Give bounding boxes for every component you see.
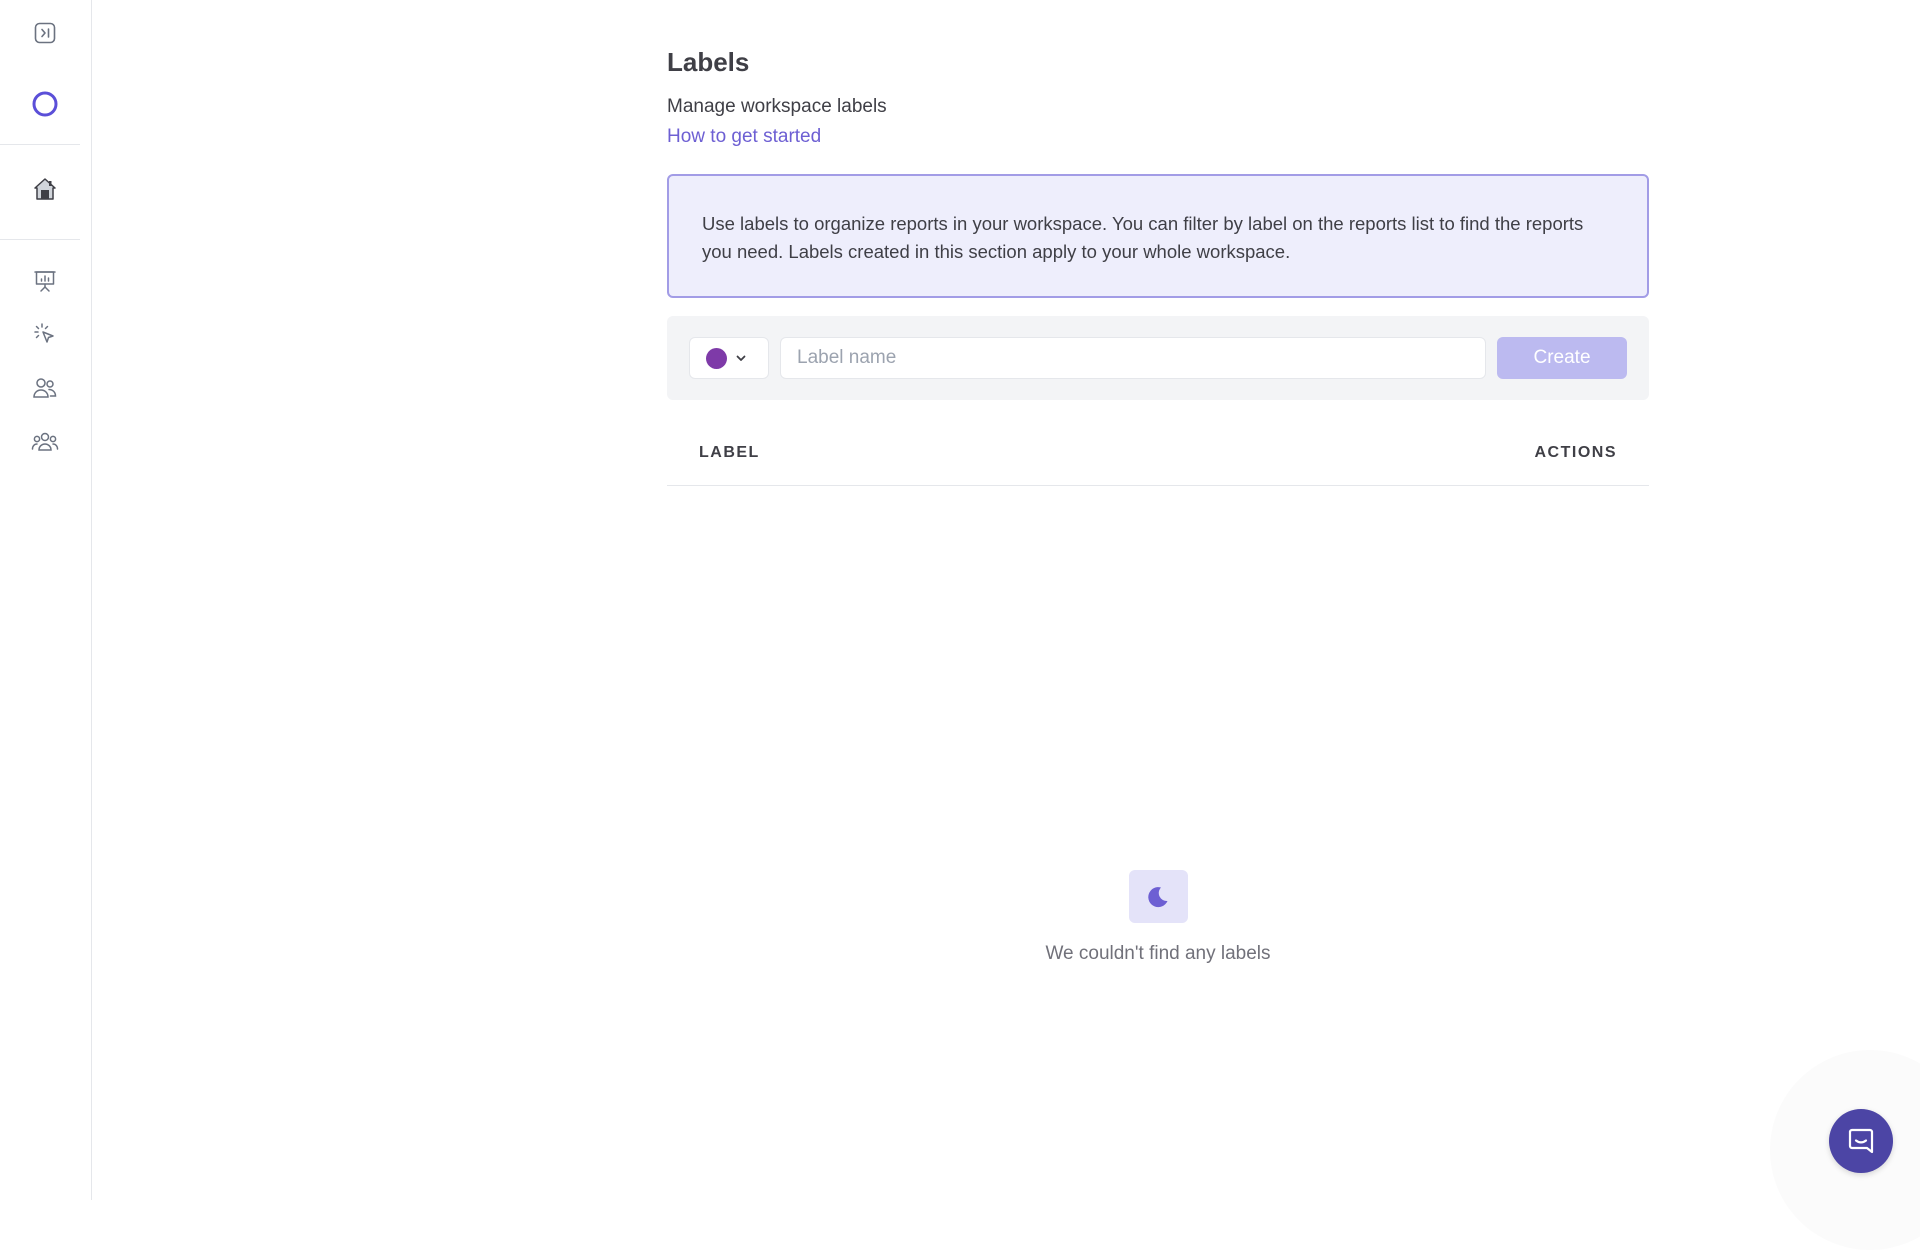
chat-launcher-button[interactable] xyxy=(1829,1109,1893,1173)
workspace-avatar[interactable] xyxy=(26,85,64,123)
main-content: Labels Manage workspace labels How to ge… xyxy=(92,0,1920,1200)
sidebar-divider xyxy=(0,144,80,145)
users-icon xyxy=(33,378,57,398)
page-title: Labels xyxy=(667,47,750,77)
user-group-icon xyxy=(31,432,59,451)
sidebar-item-teams[interactable] xyxy=(26,423,64,461)
info-banner: Use labels to organize reports in your w… xyxy=(667,174,1649,298)
sidebar-item-reports[interactable] xyxy=(26,262,64,300)
selected-color-swatch xyxy=(706,347,727,369)
sidebar-item-home[interactable] xyxy=(26,170,64,208)
house-icon xyxy=(34,178,56,200)
how-to-get-started-link[interactable]: How to get started xyxy=(667,126,821,148)
label-name-input[interactable] xyxy=(780,337,1486,379)
circle-ring-icon xyxy=(32,91,58,117)
create-label-form: Create xyxy=(667,316,1649,400)
sidebar-item-users[interactable] xyxy=(26,369,64,407)
sidebar-divider xyxy=(0,239,80,240)
empty-state-text: We couldn't find any labels xyxy=(1045,943,1271,964)
label-color-picker[interactable] xyxy=(689,337,769,379)
column-header-label: LABEL xyxy=(699,444,760,461)
info-banner-text: Use labels to organize reports in your w… xyxy=(702,213,1584,262)
sidebar-expand-button[interactable] xyxy=(26,14,64,52)
sidebar-item-interactions[interactable] xyxy=(26,315,64,353)
chevron-down-icon xyxy=(736,355,746,361)
sidebar-expand-icon xyxy=(34,22,56,44)
empty-state: We couldn't find any labels xyxy=(667,870,1649,965)
moon-icon xyxy=(1148,886,1168,907)
cursor-click-icon xyxy=(34,323,54,343)
page-subtitle: Manage workspace labels xyxy=(667,96,887,117)
column-header-actions: ACTIONS xyxy=(1534,444,1617,461)
chat-bubble-icon xyxy=(1848,1128,1874,1154)
create-button[interactable]: Create xyxy=(1497,337,1627,379)
empty-state-icon-tile xyxy=(1128,870,1188,923)
sidebar xyxy=(0,0,92,1200)
presentation-chart-icon xyxy=(34,271,56,292)
labels-table-header: LABEL ACTIONS xyxy=(667,430,1649,486)
